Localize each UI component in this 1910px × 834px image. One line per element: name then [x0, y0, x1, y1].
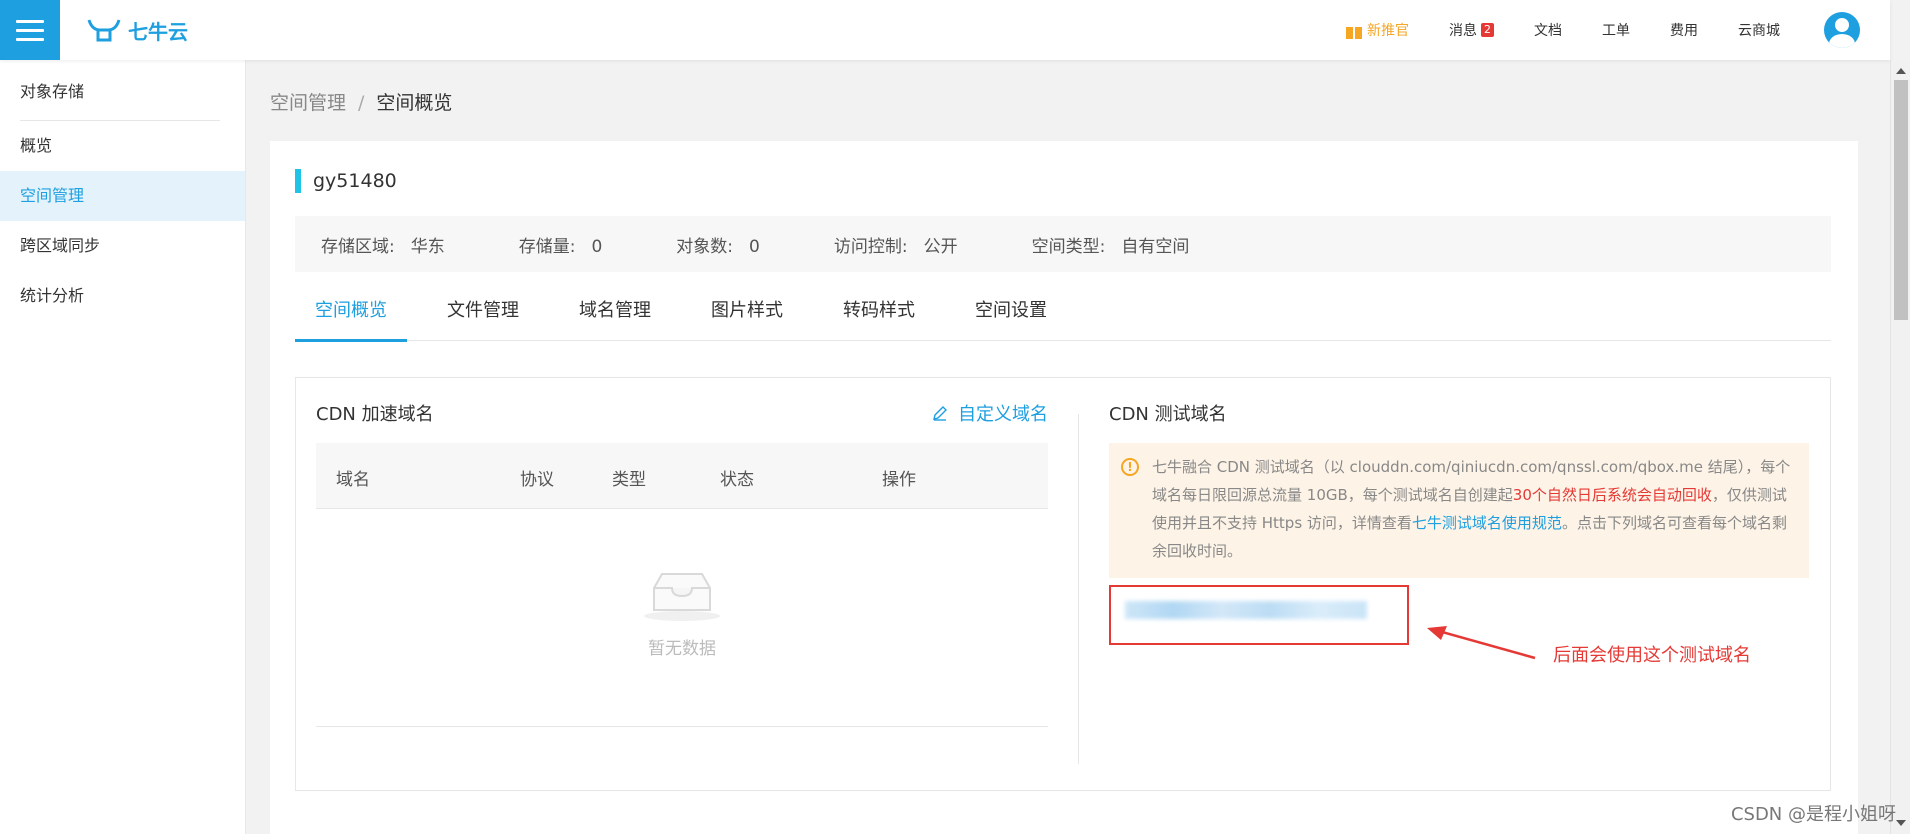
cdn-domain-section: CDN 加速域名 自定义域名 域名 协议 类型 状态 操作 暂无数据 [316, 378, 1048, 790]
col-status: 状态 [720, 470, 754, 490]
watermark: CSDN @是程小姐呀 [1730, 804, 1896, 825]
type-value: 自有空间 [1121, 236, 1190, 257]
user-avatar[interactable] [1824, 12, 1860, 48]
info-access: 访问控制: 公开 [834, 232, 958, 257]
col-protocol: 协议 [520, 470, 554, 490]
section-divider [1078, 414, 1079, 764]
empty-text: 暂无数据 [648, 639, 716, 659]
tab-bucket-settings[interactable]: 空间设置 [955, 291, 1067, 341]
type-label: 空间类型: [1031, 236, 1106, 257]
breadcrumb: 空间管理 / 空间概览 [270, 88, 452, 115]
region-value: 华东 [410, 236, 445, 257]
bucket-name: gy51480 [295, 169, 397, 193]
access-value: 公开 [923, 236, 958, 257]
empty-state: 暂无数据 [316, 568, 1048, 659]
edit-icon [933, 406, 947, 421]
test-domain-notice: ! 七牛融合 CDN 测试域名（以 clouddn.com/qiniucdn.c… [1109, 443, 1809, 578]
scroll-up-arrow-icon[interactable] [1896, 68, 1906, 74]
bucket-info-bar: 存储区域: 华东 存储量: 0 对象数: 0 访问控制: 公开 空间类型: 自有空间 [295, 216, 1831, 272]
messages-count-badge: 2 [1481, 23, 1494, 37]
custom-domain-link[interactable]: 自定义域名 [932, 400, 1048, 426]
top-nav-menu: 新推官 消息 2 文档 工单 费用 云商城 [1345, 0, 1890, 60]
custom-domain-label: 自定义域名 [958, 404, 1048, 425]
cdn-test-title: CDN 测试域名 [1109, 404, 1227, 425]
domain-panel: CDN 加速域名 自定义域名 域名 协议 类型 状态 操作 暂无数据 CDN 测… [295, 377, 1831, 791]
tab-file-management[interactable]: 文件管理 [427, 291, 539, 341]
info-objects: 对象数: 0 [676, 232, 760, 257]
hamburger-menu-button[interactable] [0, 0, 60, 60]
info-type: 空间类型: 自有空间 [1032, 232, 1190, 257]
breadcrumb-separator: / [358, 92, 365, 114]
nav-new-label: 新推官 [1367, 23, 1409, 39]
storage-label: 存储量: [518, 236, 576, 257]
empty-inbox-icon [644, 573, 720, 621]
tab-transcode-styles[interactable]: 转码样式 [823, 291, 935, 341]
info-storage: 存储量: 0 [519, 232, 603, 257]
bucket-overview-card: gy51480 存储区域: 华东 存储量: 0 对象数: 0 访问控制: 公开 空间类型… [270, 141, 1858, 834]
col-domain: 域名 [336, 470, 370, 490]
test-domain-highlight-box [1109, 585, 1409, 645]
storage-value: 0 [591, 236, 603, 257]
logo-text: 七牛云 [128, 19, 188, 44]
top-navbar: 七牛云 新推官 消息 2 文档 工单 费用 云商城 [0, 0, 1890, 60]
nav-messages[interactable]: 消息 2 [1449, 20, 1494, 40]
objects-label: 对象数: [676, 236, 734, 257]
info-region: 存储区域: 华东 [321, 232, 445, 257]
scroll-down-arrow-icon[interactable] [1896, 820, 1906, 826]
sidebar-header[interactable]: 对象存储 [0, 60, 245, 120]
sidebar-item-bucket-management[interactable]: 空间管理 [0, 171, 245, 221]
objects-value: 0 [749, 236, 760, 257]
sidebar-item-overview[interactable]: 概览 [0, 121, 245, 171]
domain-table-header: 域名 协议 类型 状态 操作 [316, 443, 1048, 509]
region-label: 存储区域: [321, 236, 395, 257]
scrollbar-thumb[interactable] [1894, 80, 1908, 320]
qiniu-logo[interactable]: 七牛云 [86, 14, 188, 46]
test-domain-policy-link[interactable]: 七牛测试域名使用规范 [1412, 514, 1562, 532]
access-label: 访问控制: [833, 236, 908, 257]
notice-text-recycle: 30个自然日后系统会自动回收 [1512, 486, 1712, 504]
cdn-domain-title: CDN 加速域名 [316, 404, 434, 425]
col-type: 类型 [612, 470, 646, 490]
test-domain-link-blurred[interactable] [1125, 601, 1367, 619]
breadcrumb-parent[interactable]: 空间管理 [270, 92, 346, 114]
nav-marketplace[interactable]: 云商城 [1738, 20, 1780, 40]
hamburger-line [16, 19, 44, 23]
sidebar: 对象存储 概览 空间管理 跨区域同步 统计分析 [0, 60, 246, 834]
gift-icon [1345, 21, 1363, 39]
warning-icon: ! [1121, 458, 1139, 476]
table-bottom-divider [316, 726, 1048, 727]
nav-messages-label: 消息 [1449, 23, 1477, 39]
hamburger-line [16, 28, 44, 32]
cdn-test-section: CDN 测试域名 ! 七牛融合 CDN 测试域名（以 clouddn.com/q… [1109, 378, 1809, 790]
breadcrumb-current: 空间概览 [376, 92, 453, 114]
sidebar-item-statistics[interactable]: 统计分析 [0, 271, 245, 321]
bull-logo-icon [87, 19, 121, 42]
annotation-text: 后面会使用这个测试域名 [1553, 645, 1751, 666]
tab-overview[interactable]: 空间概览 [295, 291, 407, 342]
col-actions: 操作 [882, 470, 916, 490]
sidebar-item-cross-region-sync[interactable]: 跨区域同步 [0, 221, 245, 271]
nav-new[interactable]: 新推官 [1345, 20, 1409, 40]
nav-tickets[interactable]: 工单 [1602, 20, 1630, 40]
tab-image-styles[interactable]: 图片样式 [691, 291, 803, 341]
vertical-scrollbar[interactable] [1890, 60, 1910, 834]
nav-docs[interactable]: 文档 [1534, 20, 1562, 40]
nav-billing[interactable]: 费用 [1670, 20, 1698, 40]
bucket-tabs: 空间概览 文件管理 域名管理 图片样式 转码样式 空间设置 [295, 291, 1831, 342]
annotation-arrow-icon [1427, 626, 1536, 660]
tab-domain-management[interactable]: 域名管理 [559, 291, 671, 341]
hamburger-line [16, 37, 44, 41]
